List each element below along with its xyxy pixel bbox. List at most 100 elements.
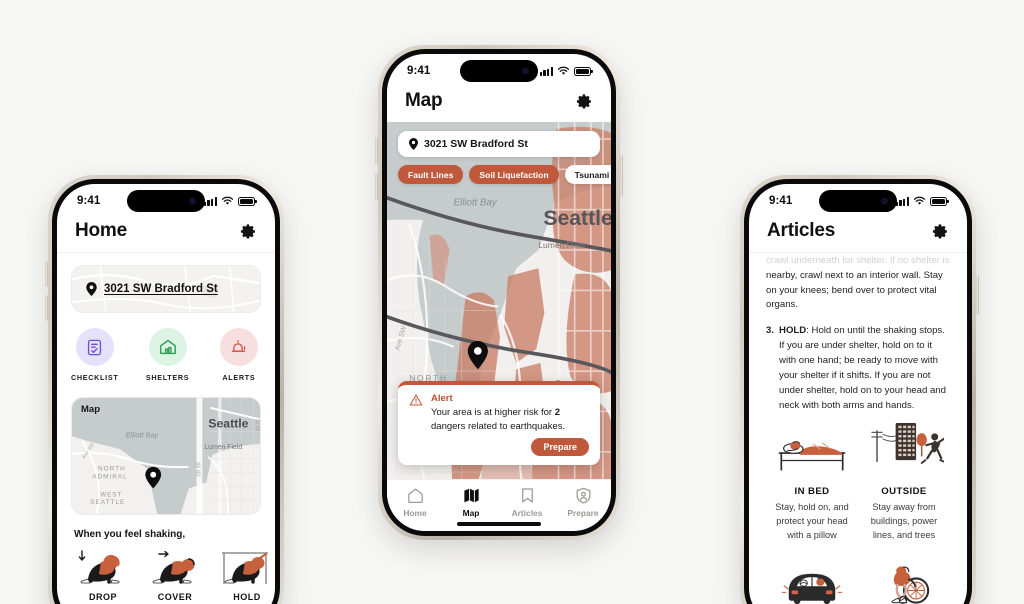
volume-down-button[interactable] bbox=[375, 173, 378, 201]
alert-message-suffix: dangers related to earthquakes. bbox=[431, 420, 566, 432]
alert-title: Alert bbox=[431, 393, 453, 405]
volume-up-button[interactable] bbox=[375, 137, 378, 165]
svg-text:CE: CE bbox=[255, 420, 260, 426]
scenario-grid: IN BED Stay, hold on, and protect your h… bbox=[766, 423, 950, 604]
interactive-map[interactable]: UPTOWN CENTRAL Seattle Elliott Bay Lumen… bbox=[387, 122, 611, 479]
articles-content[interactable]: crawl underneath for shelter. If no shel… bbox=[749, 253, 967, 604]
list-term: HOLD bbox=[779, 325, 807, 337]
scenario-in-bed: IN BED Stay, hold on, and protect your h… bbox=[766, 425, 858, 554]
svg-text:Seattle: Seattle bbox=[543, 207, 611, 230]
shaking-step-label: DROP bbox=[88, 592, 117, 602]
cellular-signal-icon bbox=[539, 66, 553, 76]
wifi-icon bbox=[913, 196, 926, 205]
search-input[interactable]: 3021 SW Bradford St bbox=[398, 131, 600, 157]
shaking-step-hold: HOLD bbox=[215, 548, 275, 602]
svg-text:WEST: WEST bbox=[100, 491, 122, 498]
address-card[interactable]: 3021 SW Bradford St bbox=[71, 265, 261, 313]
address-row: 3021 SW Bradford St bbox=[72, 266, 260, 312]
phone-device-home: 9:41 Home 3021 SW Bradford St CHECKLIST … bbox=[45, 175, 284, 604]
person-running-outside-icon bbox=[871, 423, 944, 465]
scenario-illustration bbox=[864, 423, 944, 479]
chip-fault-lines[interactable]: Fault Lines bbox=[398, 165, 464, 184]
house-icon bbox=[407, 488, 423, 504]
location-pin-icon bbox=[409, 138, 418, 150]
svg-text:Lumen Field: Lumen Field bbox=[538, 240, 585, 250]
clipped-previous-line: crawl underneath for shelter. If no shel… bbox=[766, 254, 950, 266]
alert-body: Alert Your area is at higher risk for 2 … bbox=[431, 393, 589, 456]
volume-down-button[interactable] bbox=[45, 295, 48, 321]
svg-text:ADMIRAL: ADMIRAL bbox=[92, 474, 128, 481]
layer-chip-row: Fault Lines Soil Liquefaction Tsunami Ri… bbox=[398, 165, 611, 184]
page-title: Home bbox=[75, 220, 127, 241]
tab-prepare[interactable]: Prepare bbox=[555, 486, 611, 518]
page-title: Articles bbox=[767, 220, 836, 241]
status-bar: 9:41 bbox=[57, 184, 275, 218]
front-camera-icon bbox=[189, 197, 196, 205]
quick-action-checklist[interactable]: CHECKLIST bbox=[71, 328, 118, 382]
quick-actions: CHECKLIST SHELTERS ALERTS bbox=[71, 328, 261, 382]
home-map-graphic: Elliott Bay Seattle CE DI Lumen Field NO… bbox=[72, 398, 260, 514]
quick-action-shelters[interactable]: SHELTERS bbox=[145, 328, 189, 382]
chip-soil-liquefaction[interactable]: Soil Liquefaction bbox=[469, 165, 559, 184]
address-value: 3021 SW Bradford St bbox=[104, 283, 218, 295]
quick-action-label: SHELTERS bbox=[145, 373, 190, 382]
phone-bezel: 9:41 Articles crawl underneath for shelt… bbox=[744, 179, 972, 604]
front-camera-icon bbox=[881, 197, 888, 205]
shaking-step-cover: COVER bbox=[143, 548, 207, 602]
phone-screen-map: 9:41 Map CENTRAL Seattle Elliott Bay Lum… bbox=[387, 54, 611, 531]
person-in-bed-icon bbox=[778, 441, 846, 472]
scenario-illustration bbox=[772, 555, 852, 604]
list-body: : Hold on until the shaking stops. If yo… bbox=[779, 325, 946, 411]
home-indicator[interactable] bbox=[457, 522, 541, 526]
alert-message: Your area is at higher risk for 2 danger… bbox=[431, 406, 589, 433]
tab-label: Articles bbox=[511, 508, 543, 518]
battery-icon bbox=[238, 196, 257, 206]
volume-up-button[interactable] bbox=[45, 261, 48, 287]
svg-text:Elliott Bay: Elliott Bay bbox=[126, 430, 159, 439]
chip-tsunami-risk[interactable]: Tsunami Risk bbox=[564, 165, 611, 184]
scenario-title: IN BED bbox=[794, 486, 830, 498]
svg-text:Lumen Field: Lumen Field bbox=[204, 444, 242, 451]
phone-bezel: 9:41 Map CENTRAL Seattle Elliott Bay Lum… bbox=[382, 49, 616, 536]
tab-label: Map bbox=[462, 508, 480, 518]
alert-card: Alert Your area is at higher risk for 2 … bbox=[398, 381, 600, 465]
gear-icon[interactable] bbox=[932, 223, 949, 240]
wifi-icon bbox=[221, 196, 234, 205]
gear-icon[interactable] bbox=[240, 223, 257, 240]
folded-map-icon bbox=[463, 488, 479, 503]
scenario-desc: Stay, hold on, and protect your head wit… bbox=[775, 502, 849, 541]
quick-action-label: CHECKLIST bbox=[71, 373, 119, 382]
gear-icon[interactable] bbox=[576, 93, 593, 110]
battery-icon bbox=[574, 66, 593, 76]
svg-text:Seattle: Seattle bbox=[208, 416, 248, 430]
tab-home[interactable]: Home bbox=[387, 486, 443, 518]
quick-action-alerts[interactable]: ALERTS bbox=[217, 328, 261, 382]
map-content[interactable]: UPTOWN CENTRAL Seattle Elliott Bay Lumen… bbox=[387, 122, 611, 479]
warning-triangle-icon bbox=[409, 394, 423, 406]
tab-label: Prepare bbox=[567, 508, 599, 518]
scenario-driving: DRIVING Stop where safe, stay in your ca… bbox=[766, 555, 858, 604]
status-time: 9:41 bbox=[407, 65, 431, 77]
shaking-steps: DROP COVER HOLD bbox=[71, 548, 268, 602]
alerts-icon-circle bbox=[219, 328, 258, 366]
dynamic-island bbox=[460, 60, 538, 82]
phone-screen-home: 9:41 Home 3021 SW Bradford St CHECKLIST … bbox=[57, 184, 275, 604]
home-map-card[interactable]: Map Elliott Bay Seattle C D Lumen Field … bbox=[71, 397, 261, 515]
tab-articles[interactable]: Articles bbox=[499, 486, 555, 518]
prepare-button[interactable]: Prepare bbox=[531, 438, 589, 456]
person-hold-under-table-icon bbox=[222, 552, 268, 584]
page-title: Map bbox=[405, 90, 443, 111]
checklist-icon-circle bbox=[75, 328, 114, 366]
shaking-step-label: COVER bbox=[157, 592, 193, 602]
car-front-icon bbox=[781, 573, 843, 604]
front-camera-icon bbox=[522, 67, 529, 75]
tab-map[interactable]: Map bbox=[443, 486, 499, 518]
nav-header-map: Map bbox=[387, 88, 611, 122]
map-card-label: Map bbox=[81, 404, 100, 415]
home-content: 3021 SW Bradford St CHECKLIST SHELTERS A… bbox=[57, 253, 275, 604]
list-text: HOLD: Hold on until the shaking stops. I… bbox=[779, 324, 950, 413]
nav-header-home: Home bbox=[57, 218, 275, 252]
power-button[interactable] bbox=[976, 275, 979, 315]
power-button[interactable] bbox=[620, 155, 623, 197]
phone-device-map: 9:41 Map CENTRAL Seattle Elliott Bay Lum… bbox=[375, 45, 623, 540]
